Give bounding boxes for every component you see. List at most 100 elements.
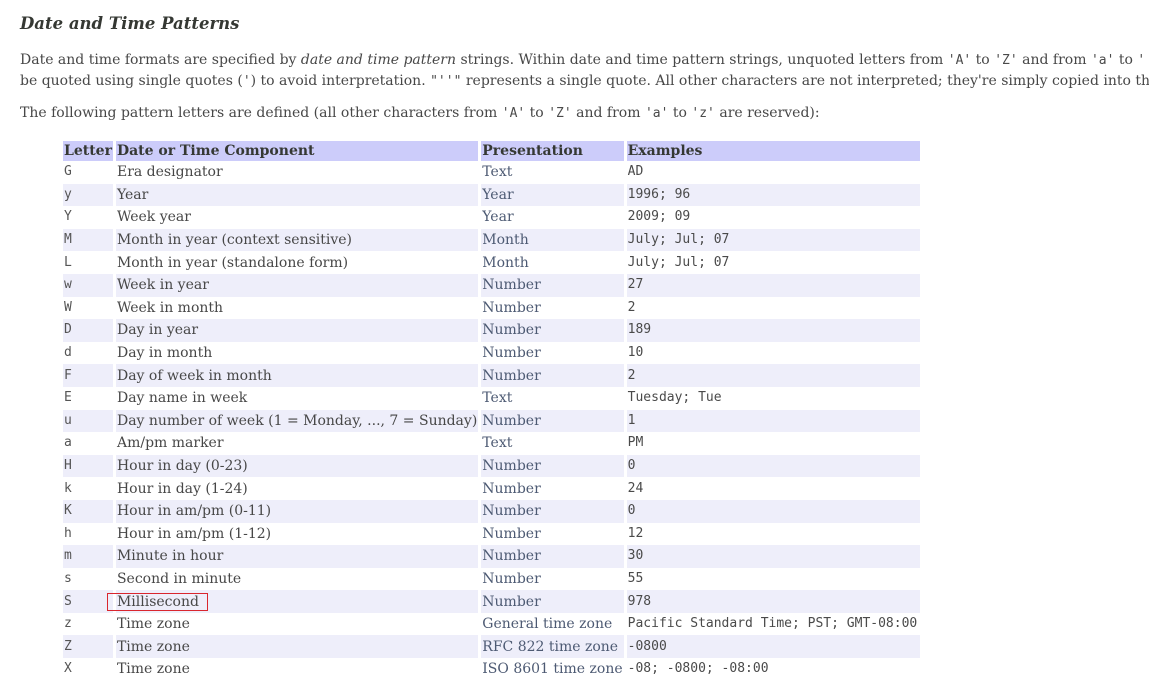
code-literal: 'Z' — [548, 106, 572, 121]
cell-presentation: Text — [482, 435, 513, 452]
code-literal: 'Z' — [994, 53, 1018, 68]
code-literal: ' — [242, 74, 251, 89]
cell-letter: k — [64, 480, 72, 496]
cell-component: Time zone — [116, 661, 190, 678]
code-literal: 'z' — [691, 106, 715, 121]
cell-example: AD — [627, 164, 644, 180]
cell-presentation: Number — [482, 525, 541, 542]
table-row: L Month in year (standalone form) Month Jul… — [63, 251, 920, 274]
cell-presentation: Number — [481, 319, 624, 342]
table-row: H Hour in day (0-23) Number 0 — [63, 454, 920, 478]
table-row: s Second in minute Number 55 — [63, 568, 920, 591]
cell-component: Hour in am/pm (1-12) — [116, 525, 272, 542]
cell-component: Day in year — [115, 319, 479, 342]
cell-component: Day in month — [116, 345, 213, 362]
table-row: m Minute in hour Number 30 — [63, 545, 920, 568]
pattern-letters-intro: The following pattern letters are define… — [20, 103, 820, 124]
cell-example: -0800 — [626, 635, 920, 659]
cell-letter: X — [64, 661, 72, 677]
cell-example: 12 — [627, 525, 644, 541]
text: and from — [571, 105, 645, 121]
cell-presentation: ISO 8601 time zone — [482, 661, 623, 678]
table-body: G Era designator Text AD y Year Year 1996; 96 Y W… — [63, 161, 920, 681]
column-header-letter: Letter — [63, 141, 113, 161]
cell-example: 1996; 96 — [626, 183, 920, 207]
table-row: u Day number of week (1 = Monday, ..., 7 … — [63, 409, 920, 433]
code-literal: ' — [1137, 53, 1146, 68]
text: are reserved): — [714, 105, 820, 121]
code-literal: 'A' — [501, 106, 526, 121]
cell-example: -08; -0800; -08:00 — [627, 661, 769, 677]
table-row: k Hour in day (1-24) Number 24 — [63, 477, 920, 500]
highlighted-component: Millisecond — [106, 592, 208, 611]
cell-component: Day of week in month — [115, 364, 479, 387]
cell-example: 189 — [626, 319, 920, 342]
column-header-presentation: Presentation — [481, 141, 624, 161]
cell-presentation: Month — [481, 228, 624, 252]
cell-component: Am/pm marker — [116, 435, 224, 452]
code-literal: "''" — [430, 74, 462, 89]
cell-letter: a — [64, 435, 72, 451]
cell-example: 2009; 09 — [627, 209, 691, 225]
table-row: G Era designator Text AD — [63, 161, 920, 184]
cell-component: Hour in am/pm (0-11) — [115, 499, 479, 523]
cell-letter: D — [63, 319, 113, 342]
code-literal: 'a' — [644, 106, 669, 121]
cell-letter: m — [63, 545, 113, 568]
cell-letter: H — [63, 454, 113, 478]
table-row: D Day in year Number 189 — [63, 319, 920, 342]
table-row: w Week in year Number 27 — [63, 273, 920, 297]
table-row: d Day in month Number 10 — [63, 342, 920, 365]
cell-example: 55 — [627, 570, 644, 586]
cell-letter: u — [63, 409, 113, 433]
cell-presentation: Number — [482, 480, 541, 497]
text: Date and time formats are specified by — [20, 52, 301, 68]
cell-letter: Y — [64, 209, 72, 225]
cell-component: Day name in week — [116, 390, 248, 407]
cell-example: 0 — [626, 454, 920, 478]
text: The following pattern letters are define… — [20, 105, 502, 121]
cell-presentation: Year — [482, 209, 514, 226]
column-header-examples: Examples — [626, 141, 920, 161]
cell-component: Time zone — [115, 635, 479, 659]
cell-component: Hour in day (1-24) — [116, 480, 248, 497]
cell-example: 1 — [626, 409, 920, 433]
cell-letter: F — [63, 364, 113, 387]
cell-component: Hour in day (0-23) — [115, 454, 479, 478]
cell-component: Day number of week (1 = Monday, ..., 7 =… — [115, 409, 479, 433]
cell-component: Minute in hour — [115, 545, 479, 568]
cell-example: 0 — [626, 499, 920, 523]
cell-example: Tuesday; Tue — [627, 390, 722, 406]
intro-paragraph: Date and time formats are specified by d… — [20, 50, 1149, 92]
text: to — [1114, 52, 1138, 68]
table-row: a Am/pm marker Text PM — [63, 432, 920, 455]
pattern-letters-table: Letter Date or Time Component Presentati… — [60, 141, 923, 681]
table-row: Y Week year Year 2009; 09 — [63, 206, 920, 229]
cell-letter: y — [63, 183, 113, 207]
table-row: S Millisecond Number 978 — [63, 590, 920, 613]
cell-component: Week year — [116, 209, 191, 226]
cell-example: 2 — [626, 364, 920, 387]
cell-example: 2 — [627, 299, 636, 315]
text: to — [668, 105, 692, 121]
cell-presentation: Year — [481, 183, 624, 207]
cell-component: Week in month — [116, 299, 224, 316]
cell-presentation: Number — [481, 545, 624, 568]
cell-letter: W — [64, 299, 72, 315]
cell-example: Pacific Standard Time; PST; GMT-08:00 — [627, 616, 918, 632]
code-literal: 'A' — [947, 53, 972, 68]
table-row: M Month in year (context sensitive) Month J… — [63, 228, 920, 252]
text: to — [971, 52, 995, 68]
cell-example: July; Jul; 07 — [627, 254, 730, 270]
cell-presentation: Number — [482, 570, 541, 587]
cell-letter: Z — [63, 635, 113, 659]
cell-component: Millisecond — [106, 590, 479, 613]
cell-letter: G — [64, 164, 72, 180]
cell-letter: E — [64, 390, 72, 406]
cell-letter: L — [64, 254, 72, 270]
cell-letter: w — [63, 273, 113, 297]
table-row: Z Time zone RFC 822 time zone -0800 — [63, 635, 920, 659]
cell-presentation: Text — [482, 164, 513, 181]
table-row: X Time zone ISO 8601 time zone -08; -0800; … — [63, 658, 920, 681]
cell-letter: M — [63, 228, 113, 252]
